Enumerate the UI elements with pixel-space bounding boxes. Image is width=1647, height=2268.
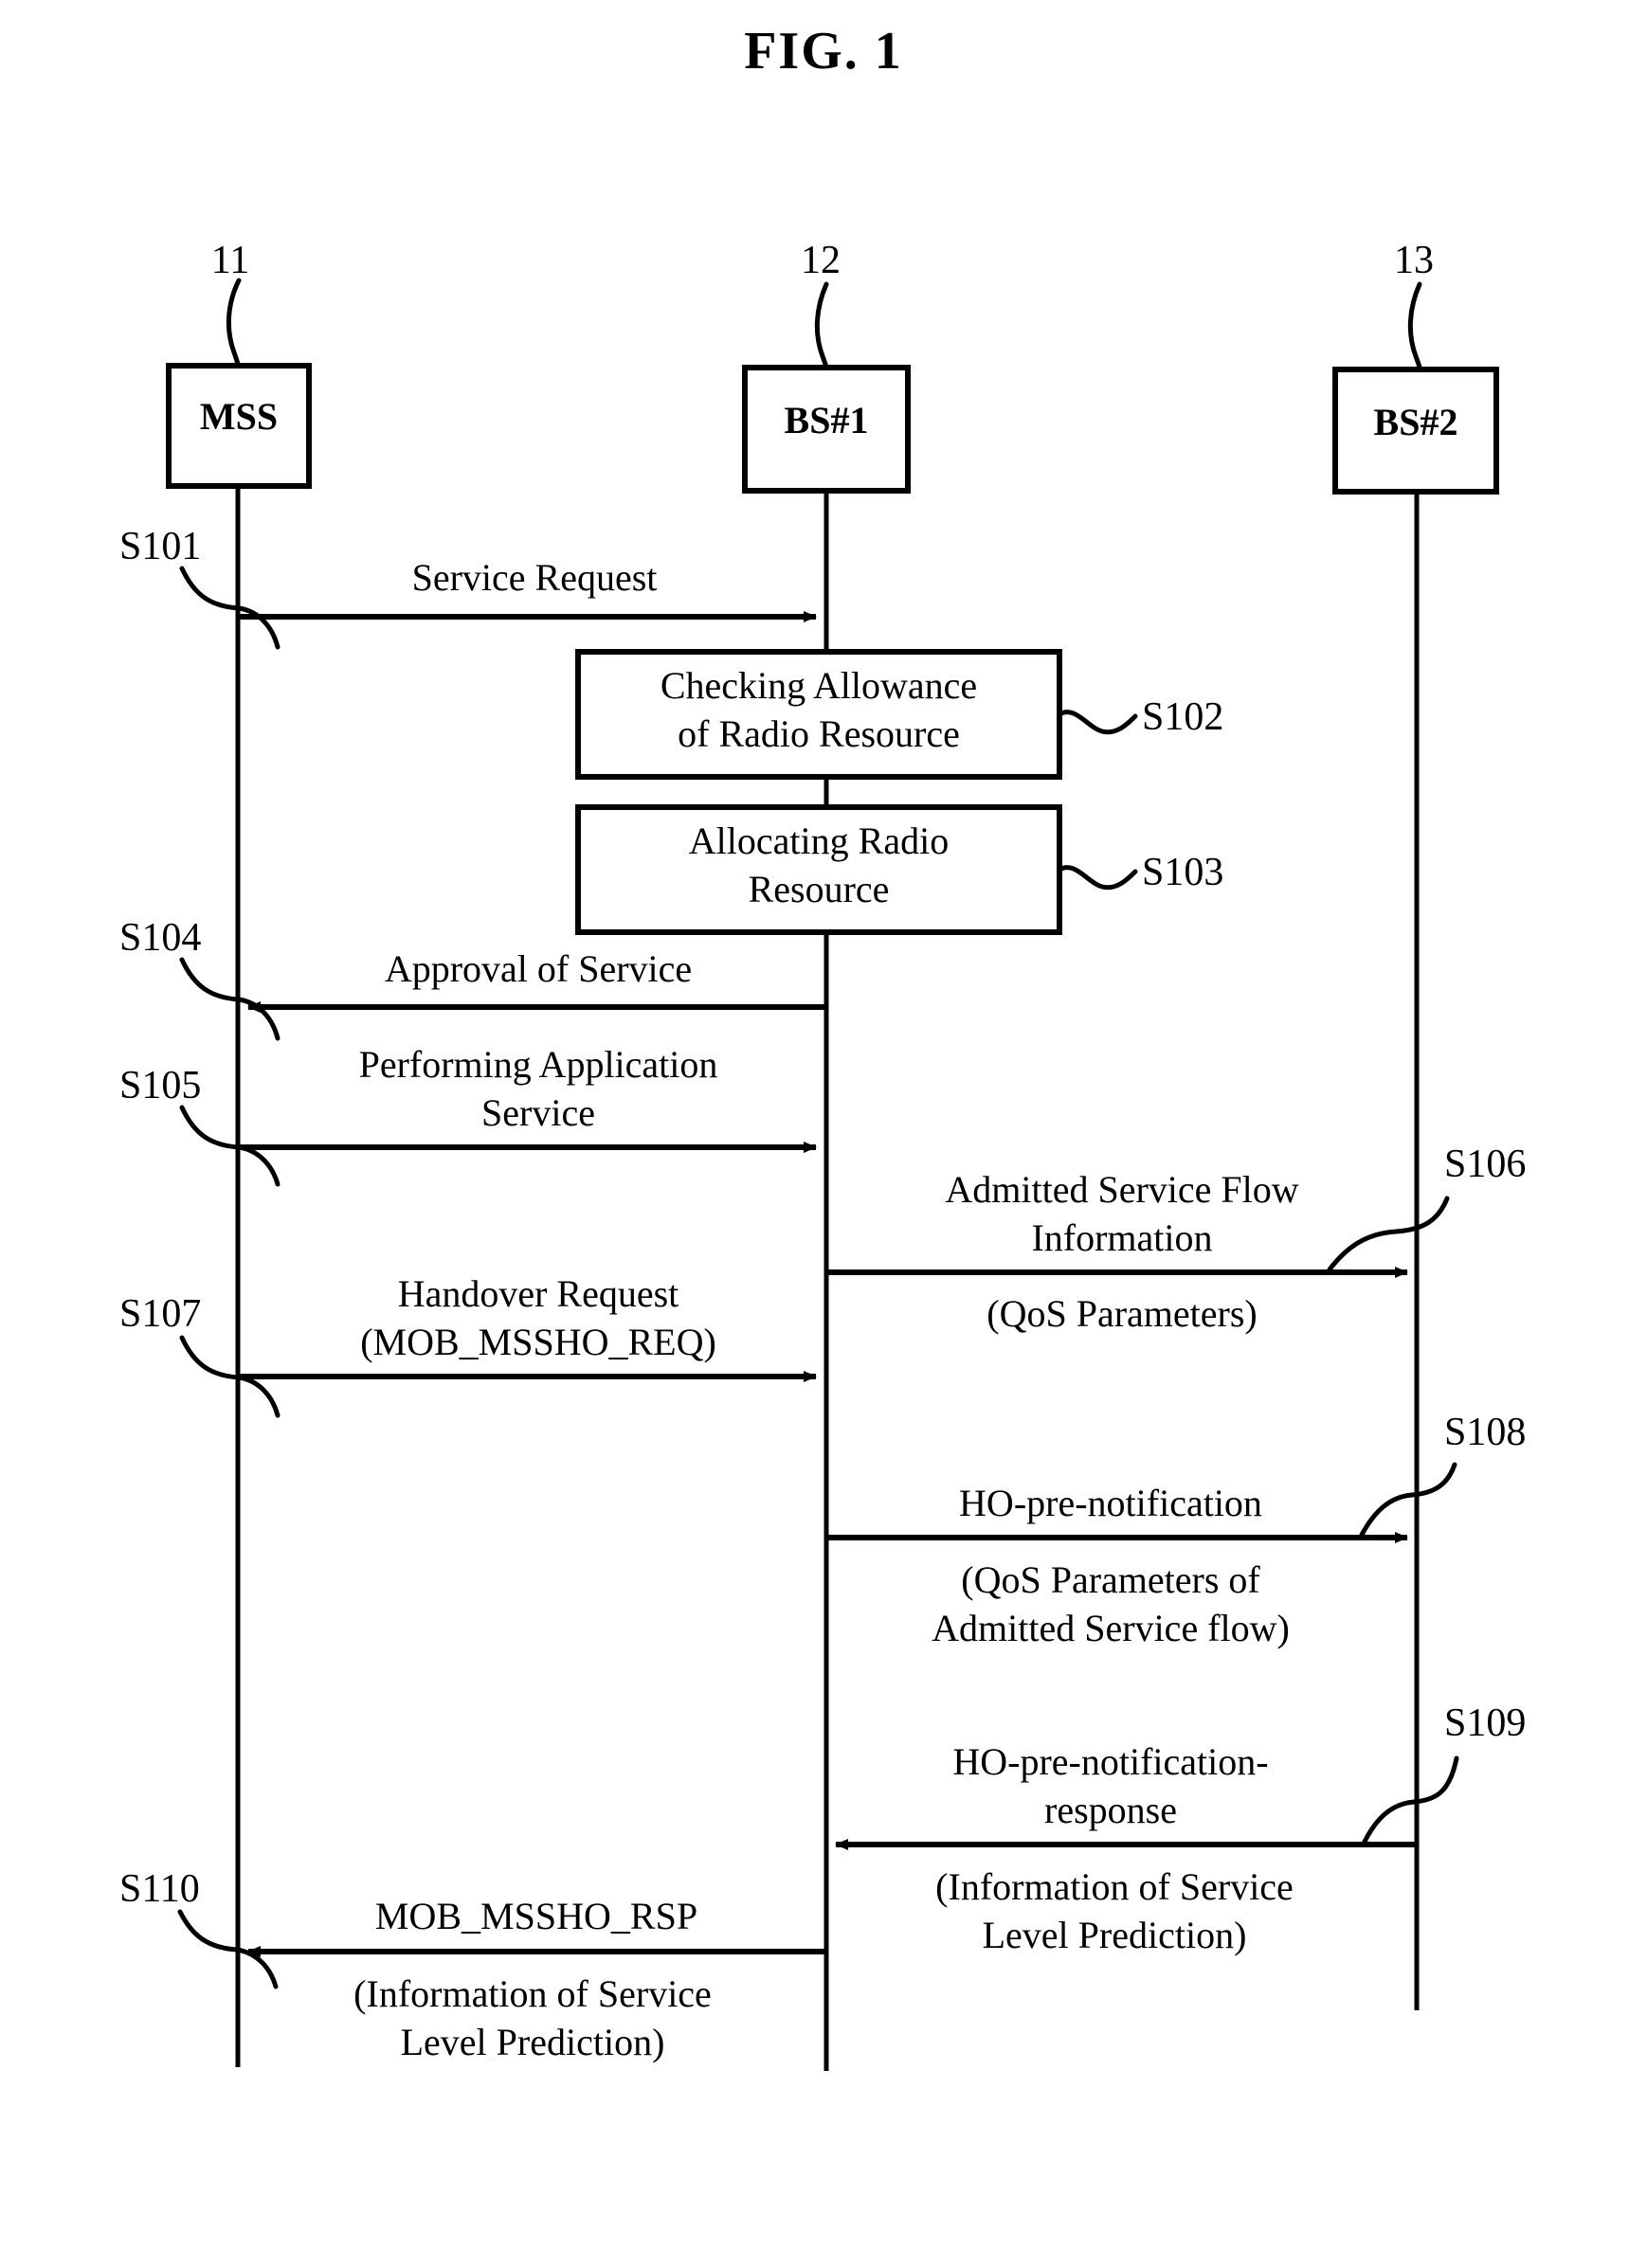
step-id-s102: S102 xyxy=(1142,695,1223,739)
step-s107: S107 Handover Request (MOB_MSSHO_REQ) xyxy=(119,1272,817,1418)
step-s105: S105 Performing Application Service xyxy=(119,1043,817,1187)
message-label-s105-line1: Performing Application xyxy=(359,1043,718,1086)
message-label-s105-line2: Service xyxy=(481,1091,595,1134)
step-id-s110: S110 xyxy=(119,1867,200,1911)
step-s106: S106 Admitted Service Flow Information (… xyxy=(826,1143,1526,1335)
entity-box-bs2: BS#2 xyxy=(1332,367,1499,495)
message-label-s107-line1: Handover Request xyxy=(398,1272,679,1315)
process-label-s102-line1: Checking Allowance xyxy=(661,664,977,707)
process-label-s103-line1: Allocating Radio xyxy=(689,819,949,862)
reference-numeral-13: 13 xyxy=(1394,239,1434,282)
entity-label-bs1: BS#1 xyxy=(785,399,869,441)
sequence-diagram: 11 12 13 MSS BS#1 BS#2 S101 Service Requ… xyxy=(119,239,1526,2071)
message-label-s109-line1: HO-pre-notification- xyxy=(952,1740,1268,1783)
message-label-s110: MOB_MSSHO_RSP xyxy=(375,1895,697,1937)
step-s109: S109 HO-pre-notification- response (Info… xyxy=(835,1701,1526,1956)
step-id-s107: S107 xyxy=(119,1292,201,1336)
message-sublabel-s109-line2: Level Prediction) xyxy=(983,1914,1247,1956)
entity-box-mss: MSS xyxy=(166,363,312,489)
step-s101: S101 Service Request xyxy=(119,525,817,650)
message-sublabel-s109-line1: (Information of Service xyxy=(935,1865,1294,1908)
step-s103: Allocating Radio Resource S103 xyxy=(575,804,1223,935)
message-label-s104: Approval of Service xyxy=(385,947,692,990)
message-label-s106-line2: Information xyxy=(1031,1216,1212,1259)
reference-numeral-11: 11 xyxy=(211,239,249,282)
entity-label-mss: MSS xyxy=(200,395,278,438)
step-s110: S110 MOB_MSSHO_RSP (Information of Servi… xyxy=(119,1867,826,2063)
message-label-s107-line2: (MOB_MSSHO_REQ) xyxy=(360,1321,716,1363)
entity-label-bs2: BS#2 xyxy=(1374,401,1458,443)
step-id-s103: S103 xyxy=(1142,851,1223,894)
entity-box-bs1: BS#1 xyxy=(742,365,911,494)
step-s108: S108 HO-pre-notification (QoS Parameters… xyxy=(826,1411,1526,1649)
figure-root: FIG. 1 11 12 13 MSS BS#1 BS#2 S101 Servi… xyxy=(0,0,1647,2268)
reference-numeral-12: 12 xyxy=(801,239,841,282)
step-id-s109: S109 xyxy=(1444,1701,1526,1745)
step-id-s106: S106 xyxy=(1444,1143,1526,1186)
message-sublabel-s106: (QoS Parameters) xyxy=(986,1292,1257,1335)
message-sublabel-s110-line2: Level Prediction) xyxy=(401,2021,665,2063)
process-label-s103-line2: Resource xyxy=(749,868,890,910)
step-id-s105: S105 xyxy=(119,1064,201,1107)
message-label-s109-line2: response xyxy=(1044,1789,1177,1831)
message-label-s101: Service Request xyxy=(412,556,658,599)
step-id-s108: S108 xyxy=(1444,1411,1526,1454)
step-id-s104: S104 xyxy=(119,916,201,960)
message-sublabel-s110-line1: (Information of Service xyxy=(353,1972,712,2015)
step-id-s101: S101 xyxy=(119,525,201,568)
process-label-s102-line2: of Radio Resource xyxy=(678,712,960,755)
message-sublabel-s108-line1: (QoS Parameters of xyxy=(961,1558,1260,1601)
message-sublabel-s108-line2: Admitted Service flow) xyxy=(932,1607,1290,1649)
message-label-s106-line1: Admitted Service Flow xyxy=(945,1168,1298,1211)
step-s102: Checking Allowance of Radio Resource S10… xyxy=(575,649,1223,780)
message-label-s108: HO-pre-notification xyxy=(959,1482,1262,1524)
